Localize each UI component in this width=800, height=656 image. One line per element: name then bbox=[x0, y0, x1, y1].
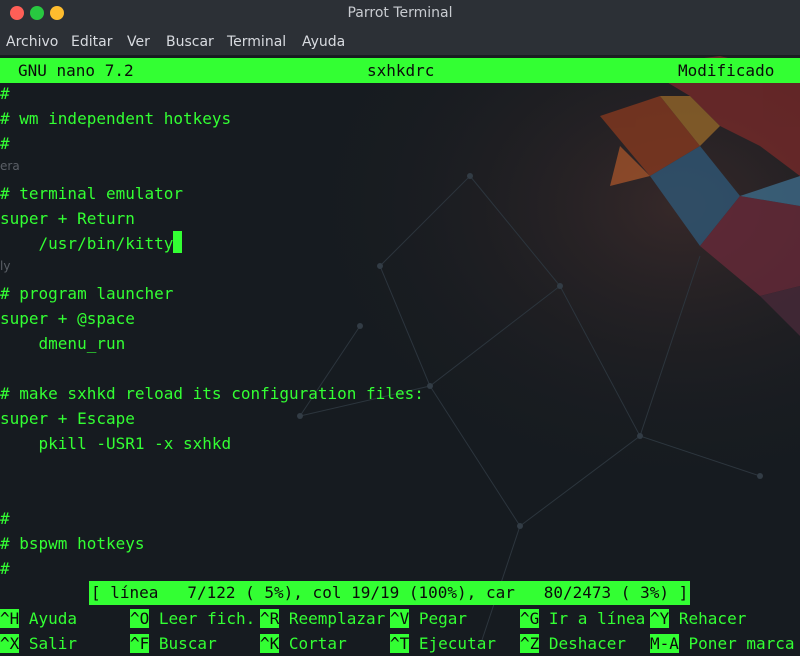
shortcut-redo[interactable]: ^Y Rehacer bbox=[650, 606, 746, 631]
shortcut-label: Leer fich. bbox=[149, 609, 256, 628]
shortcut-exit[interactable]: ^X Salir bbox=[0, 631, 77, 656]
menu-ayuda[interactable]: Ayuda bbox=[302, 34, 345, 50]
shortcut-read-file[interactable]: ^O Leer fich. bbox=[130, 606, 255, 631]
nano-version: GNU nano 7.2 bbox=[18, 61, 134, 80]
shortcut-paste[interactable]: ^V Pegar bbox=[390, 606, 467, 631]
shortcut-key: ^H bbox=[0, 609, 20, 628]
shortcut-label: Ir a línea bbox=[539, 609, 646, 628]
shortcut-key: ^F bbox=[130, 634, 150, 653]
menu-buscar[interactable]: Buscar bbox=[166, 34, 214, 50]
editor-line-current[interactable]: /usr/bin/kitty bbox=[0, 231, 183, 256]
editor-line[interactable]: # bbox=[0, 556, 10, 581]
editor-line[interactable]: super + Escape bbox=[0, 406, 135, 431]
menu-bar: Archivo Editar Ver Buscar Terminal Ayuda bbox=[0, 28, 800, 56]
shortcut-key: ^Z bbox=[520, 634, 540, 653]
menu-terminal[interactable]: Terminal bbox=[227, 34, 286, 50]
current-line-text: /usr/bin/kitty bbox=[0, 234, 174, 253]
editor-line[interactable]: # bbox=[0, 81, 10, 106]
shortcut-label: Poner marca bbox=[678, 634, 795, 653]
shortcut-key: ^O bbox=[130, 609, 150, 628]
shortcut-key: ^K bbox=[260, 634, 280, 653]
nano-header: GNU nano 7.2 sxhkdrc Modificado bbox=[0, 58, 800, 83]
editor-line[interactable]: pkill -USR1 -x sxhkd bbox=[0, 431, 232, 456]
menu-editar[interactable]: Editar bbox=[71, 34, 112, 50]
shortcut-label: Ayuda bbox=[19, 609, 78, 628]
shortcut-cut[interactable]: ^K Cortar bbox=[260, 631, 347, 656]
editor-line[interactable]: # bbox=[0, 131, 10, 156]
shortcut-key: ^T bbox=[390, 634, 410, 653]
shortcut-label: Buscar bbox=[149, 634, 217, 653]
shortcut-key: ^R bbox=[260, 609, 280, 628]
shortcut-go-to-line[interactable]: ^G Ir a línea bbox=[520, 606, 645, 631]
shortcut-label: Pegar bbox=[409, 609, 468, 628]
shortcut-undo[interactable]: ^Z Deshacer bbox=[520, 631, 626, 656]
editor-line[interactable]: # program launcher bbox=[0, 281, 173, 306]
shortcut-label: Salir bbox=[19, 634, 78, 653]
shortcut-key: ^G bbox=[520, 609, 540, 628]
ghost-text: ly bbox=[0, 259, 11, 273]
terminal-content[interactable]: GNU nano 7.2 sxhkdrc Modificado # # wm i… bbox=[0, 56, 800, 656]
shortcut-label: Rehacer bbox=[669, 609, 747, 628]
text-cursor bbox=[173, 231, 183, 253]
modified-indicator: Modificado bbox=[678, 61, 775, 80]
menu-archivo[interactable]: Archivo bbox=[6, 34, 58, 50]
editor-line[interactable]: # terminal emulator bbox=[0, 181, 183, 206]
shortcut-help[interactable]: ^H Ayuda bbox=[0, 606, 77, 631]
editor-line[interactable]: # bbox=[0, 506, 10, 531]
terminal-window: Parrot Terminal Archivo Editar Ver Busca… bbox=[0, 0, 800, 656]
shortcut-replace[interactable]: ^R Reemplazar bbox=[260, 606, 385, 631]
editor-line[interactable]: # bspwm hotkeys bbox=[0, 531, 145, 556]
editor-line[interactable]: # wm independent hotkeys bbox=[0, 106, 231, 131]
menu-ver[interactable]: Ver bbox=[127, 34, 150, 50]
status-bar: [ línea 7/122 ( 5%), col 19/19 (100%), c… bbox=[89, 581, 691, 605]
ghost-text: era bbox=[0, 159, 20, 173]
shortcut-label: Reemplazar bbox=[279, 609, 386, 628]
editor-line[interactable]: super + @space bbox=[0, 306, 135, 331]
window-title: Parrot Terminal bbox=[347, 5, 453, 21]
file-name: sxhkdrc bbox=[367, 61, 435, 80]
shortcut-key: ^X bbox=[0, 634, 20, 653]
shortcut-label: Cortar bbox=[279, 634, 347, 653]
shortcut-search[interactable]: ^F Buscar bbox=[130, 631, 217, 656]
shortcut-label: Deshacer bbox=[539, 634, 626, 653]
shortcut-key: M-A bbox=[650, 634, 679, 653]
shortcut-key: ^Y bbox=[650, 609, 670, 628]
shortcut-set-mark[interactable]: M-A Poner marca bbox=[650, 631, 795, 656]
editor-line[interactable]: # make sxhkd reload its configuration fi… bbox=[0, 381, 424, 406]
editor-line[interactable]: dmenu_run bbox=[0, 331, 126, 356]
title-bar[interactable]: Parrot Terminal bbox=[0, 0, 800, 28]
shortcut-execute[interactable]: ^T Ejecutar bbox=[390, 631, 496, 656]
parrot-wallpaper-image bbox=[0, 56, 800, 656]
shortcut-label: Ejecutar bbox=[409, 634, 496, 653]
editor-line[interactable]: super + Return bbox=[0, 206, 135, 231]
shortcut-key: ^V bbox=[390, 609, 410, 628]
